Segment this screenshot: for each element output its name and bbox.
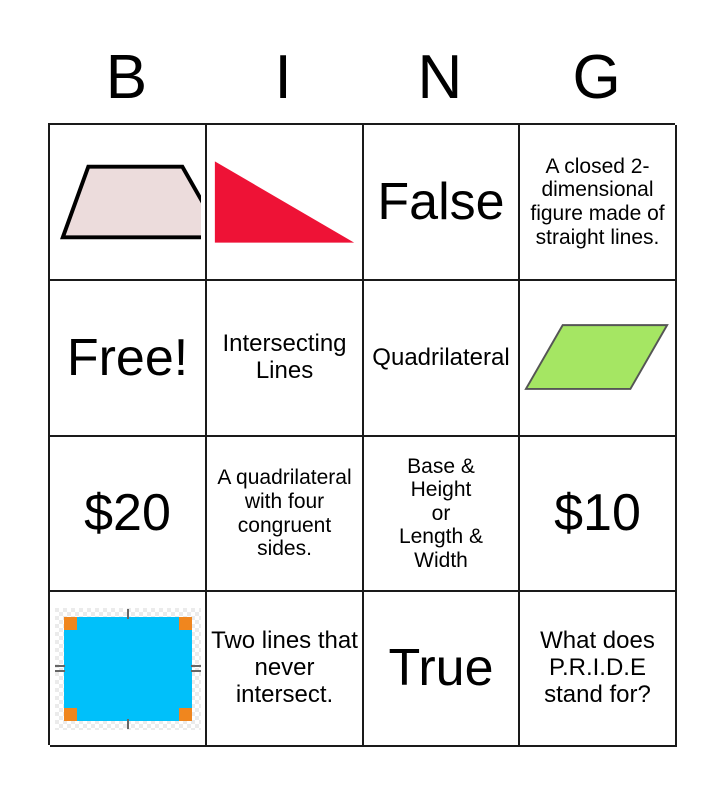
header-letter-4: G xyxy=(572,43,621,112)
bingo-cell-r1c2[interactable] xyxy=(207,125,364,281)
bingo-cell-r2c4[interactable] xyxy=(520,281,677,437)
bingo-cell-r1c1[interactable] xyxy=(50,125,207,281)
bingo-cell-text: $20 xyxy=(84,484,171,543)
header-letter-1: B xyxy=(105,43,148,112)
bingo-cell-text: True xyxy=(388,639,494,698)
bingo-cell-text: What does P.R.I.D.E stand for? xyxy=(540,627,655,708)
bingo-cell-text: A closed 2-dimensional figure made of st… xyxy=(530,154,665,249)
bingo-cell-text: Two lines that never intersect. xyxy=(211,627,358,708)
bingo-cell-r2c1[interactable]: Free! xyxy=(50,281,207,437)
bingo-cell-r1c3[interactable]: False xyxy=(364,125,520,281)
bingo-grid: False A closed 2-dimensional figure made … xyxy=(48,123,677,747)
right-triangle-shape xyxy=(211,127,358,277)
bingo-cell-text: False xyxy=(377,172,505,231)
header-letter-3: N xyxy=(417,43,463,112)
bingo-cell-r4c2[interactable]: Two lines that never intersect. xyxy=(207,592,364,747)
bingo-cell-r2c3[interactable]: Quadrilateral xyxy=(364,281,520,437)
bingo-cell-text: A quadrilateral with four congruent side… xyxy=(217,466,352,561)
bingo-cell-r4c4[interactable]: What does P.R.I.D.E stand for? xyxy=(520,592,677,747)
bingo-header-row: B I N G xyxy=(48,38,675,118)
bingo-cell-r1c4[interactable]: A closed 2-dimensional figure made of st… xyxy=(520,125,677,281)
bingo-card: B I N G False A closed 2-dimensional figu… xyxy=(0,0,723,800)
bingo-cell-text: Base & Height or Length & Width xyxy=(398,454,484,572)
header-letter-2: I xyxy=(274,43,292,112)
bingo-cell-r2c2[interactable]: Intersecting Lines xyxy=(207,281,364,437)
parallelogram-shape xyxy=(524,283,671,433)
selected-rectangle-shape xyxy=(54,594,201,743)
bingo-cell-r3c2[interactable]: A quadrilateral with four congruent side… xyxy=(207,437,364,592)
bingo-cell-text: Quadrilateral xyxy=(372,343,510,371)
bingo-cell-r3c1[interactable]: $20 xyxy=(50,437,207,592)
bingo-cell-text: $10 xyxy=(554,484,641,543)
bingo-cell-text: Free! xyxy=(66,328,189,387)
trapezoid-shape xyxy=(54,127,201,277)
bingo-cell-r4c1[interactable] xyxy=(50,592,207,747)
bingo-cell-r3c3[interactable]: Base & Height or Length & Width xyxy=(364,437,520,592)
bingo-cell-r3c4[interactable]: $10 xyxy=(520,437,677,592)
bingo-cell-text: Intersecting Lines xyxy=(222,330,347,384)
bingo-cell-r4c3[interactable]: True xyxy=(364,592,520,747)
